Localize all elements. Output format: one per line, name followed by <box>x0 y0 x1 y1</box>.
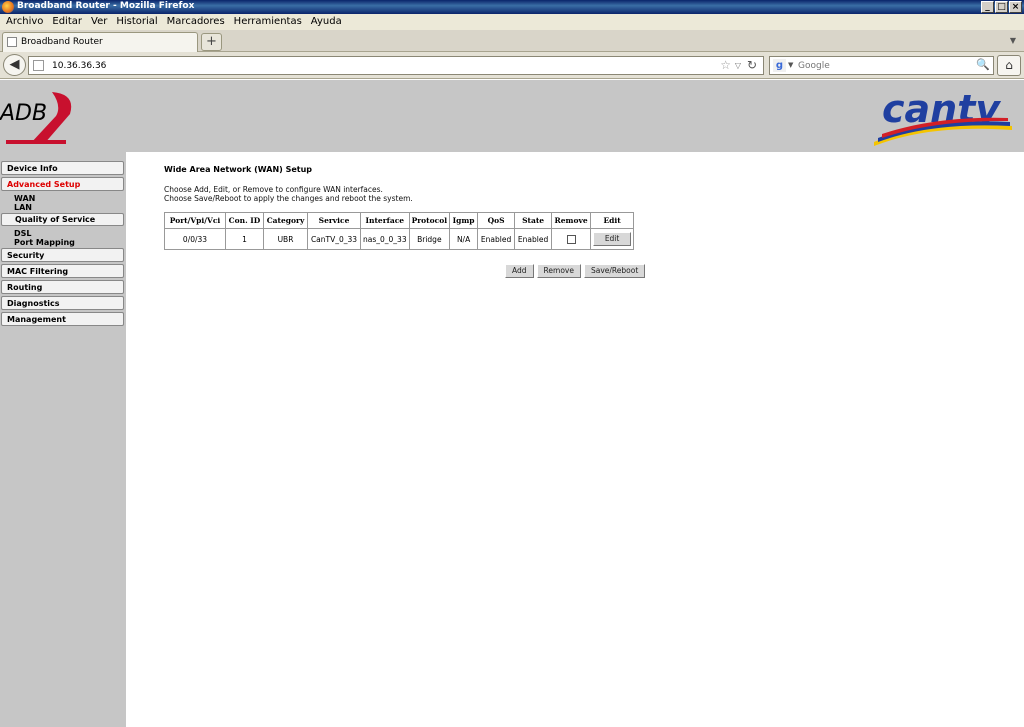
navigation-toolbar: ◀ ☆ ▽ ↻ g ▼ 🔍 ⌂ <box>0 52 1024 79</box>
table-row: 0/0/33 1 UBR CanTV_0_33 nas_0_0_33 Bridg… <box>164 228 635 250</box>
sidebar-subitem-quality-of-service[interactable]: Quality of Service <box>1 213 124 226</box>
router-header-banner: ADB cantv <box>0 80 1024 152</box>
window-title: Broadband Router - Mozilla Firefox <box>17 1 195 11</box>
menu-archivo[interactable]: Archivo <box>3 14 49 30</box>
tab-list-icon[interactable]: ▼ <box>1010 36 1016 45</box>
column-header: Con. ID <box>225 212 264 229</box>
back-arrow-icon: ◀ <box>9 57 20 72</box>
cell-edit: Edit <box>590 228 635 250</box>
cell-remove <box>551 228 592 250</box>
cell-port-vpi-vci: 0/0/33 <box>164 228 226 250</box>
remove-checkbox[interactable] <box>566 234 576 244</box>
maximize-button[interactable]: □ <box>995 1 1008 13</box>
sidebar-item-advanced-setup[interactable]: Advanced Setup <box>1 177 124 191</box>
sidebar-subitem-wan[interactable]: WAN <box>14 194 35 203</box>
tab-label: Broadband Router <box>21 37 103 47</box>
column-header: Port/Vpi/Vci <box>164 212 226 229</box>
bookmark-star-icon[interactable]: ☆ <box>720 58 731 72</box>
home-icon: ⌂ <box>1005 58 1013 72</box>
description-line-2: Choose Save/Reboot to apply the changes … <box>164 194 413 203</box>
new-tab-button[interactable]: + <box>201 33 222 51</box>
search-bar[interactable]: g ▼ 🔍 <box>769 56 994 75</box>
search-input[interactable] <box>798 60 968 72</box>
column-header: Remove <box>551 212 592 229</box>
menu-herramientas[interactable]: Herramientas <box>231 14 308 30</box>
cantv-logo: cantv <box>874 87 1012 146</box>
wan-interfaces-table: Port/Vpi/Vci Con. ID Category Service In… <box>164 212 635 250</box>
window-controls: _ □ × <box>981 1 1022 13</box>
table-header-row: Port/Vpi/Vci Con. ID Category Service In… <box>164 212 635 229</box>
sidebar-item-mac-filtering[interactable]: MAC Filtering <box>1 264 124 278</box>
edit-button[interactable]: Edit <box>593 232 632 246</box>
cell-service: CanTV_0_33 <box>307 228 361 250</box>
menu-bar: Archivo Editar Ver Historial Marcadores … <box>0 14 1024 30</box>
google-icon[interactable]: g <box>773 59 786 72</box>
cell-category: UBR <box>263 228 308 250</box>
close-button[interactable]: × <box>1009 1 1022 13</box>
column-header: Interface <box>360 212 410 229</box>
menu-marcadores[interactable]: Marcadores <box>164 14 231 30</box>
firefox-icon <box>2 1 14 13</box>
menu-historial[interactable]: Historial <box>113 14 163 30</box>
sidebar-item-diagnostics[interactable]: Diagnostics <box>1 296 124 310</box>
page-title: Wide Area Network (WAN) Setup <box>164 165 313 174</box>
cell-interface: nas_0_0_33 <box>360 228 410 250</box>
sidebar-subitem-lan[interactable]: LAN <box>14 203 32 212</box>
site-identity-icon[interactable] <box>33 60 44 71</box>
column-header: State <box>514 212 553 229</box>
column-header: Category <box>263 212 308 229</box>
sidebar-subitem-port-mapping[interactable]: Port Mapping <box>14 238 75 247</box>
minimize-button[interactable]: _ <box>981 1 994 13</box>
sidebar-subitem-dsl[interactable]: DSL <box>14 229 32 238</box>
url-dropdown-icon[interactable]: ▽ <box>735 61 741 70</box>
cell-protocol: Bridge <box>408 228 451 250</box>
column-header: QoS <box>477 212 516 229</box>
router-sidebar: Device Info Advanced Setup WAN LAN Quali… <box>0 152 126 727</box>
reload-icon[interactable]: ↻ <box>747 58 757 72</box>
tab-bar: Broadband Router + ▼ <box>0 30 1024 52</box>
cell-qos: Enabled <box>477 228 516 250</box>
action-buttons: Add Remove Save/Reboot <box>505 264 646 278</box>
sidebar-item-security[interactable]: Security <box>1 248 124 262</box>
tab-broadband-router[interactable]: Broadband Router <box>2 32 198 52</box>
menu-ayuda[interactable]: Ayuda <box>308 14 348 30</box>
remove-button[interactable]: Remove <box>536 264 581 278</box>
menu-ver[interactable]: Ver <box>88 14 113 30</box>
sidebar-item-device-info[interactable]: Device Info <box>1 161 124 175</box>
save-reboot-button[interactable]: Save/Reboot <box>583 264 646 278</box>
add-button[interactable]: Add <box>505 264 534 278</box>
adb-logo-text: ADB <box>0 101 47 126</box>
menu-editar[interactable]: Editar <box>49 14 88 30</box>
cell-state: Enabled <box>514 228 553 250</box>
column-header: Edit <box>590 212 635 229</box>
main-content: Wide Area Network (WAN) Setup Choose Add… <box>126 152 1024 727</box>
url-input[interactable] <box>52 60 652 72</box>
back-button[interactable]: ◀ <box>3 54 26 76</box>
cell-igmp: N/A <box>449 228 479 250</box>
description-line-1: Choose Add, Edit, or Remove to configure… <box>164 185 383 194</box>
sidebar-item-routing[interactable]: Routing <box>1 280 124 294</box>
window-title-bar: Broadband Router - Mozilla Firefox _ □ × <box>0 0 1024 14</box>
url-bar[interactable]: ☆ ▽ ↻ <box>28 56 764 75</box>
search-engine-dropdown-icon[interactable]: ▼ <box>788 61 793 69</box>
sidebar-item-management[interactable]: Management <box>1 312 124 326</box>
cell-con-id: 1 <box>225 228 264 250</box>
search-icon[interactable]: 🔍 <box>976 58 990 71</box>
column-header: Igmp <box>449 212 479 229</box>
page-icon <box>7 37 17 47</box>
column-header: Protocol <box>408 212 451 229</box>
column-header: Service <box>307 212 361 229</box>
home-button[interactable]: ⌂ <box>997 55 1021 76</box>
adb-logo: ADB <box>0 92 72 144</box>
